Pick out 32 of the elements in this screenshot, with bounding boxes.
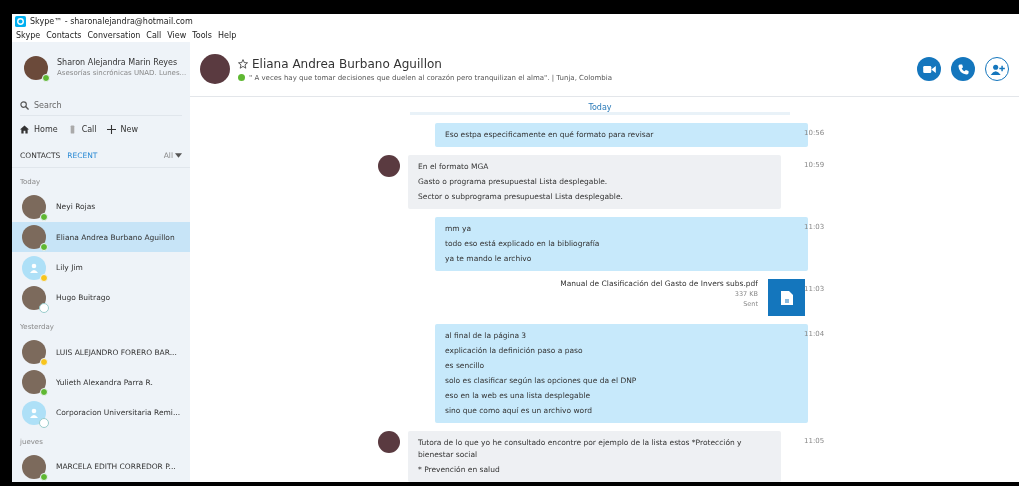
nav-button[interactable]: Home — [20, 125, 58, 135]
star-icon[interactable] — [238, 58, 248, 69]
window-title: Skype™ - sharonalejandra@hotmail.com — [30, 17, 193, 26]
menu-item[interactable]: Conversation — [87, 31, 141, 40]
person-icon — [29, 407, 39, 418]
document-icon — [780, 290, 793, 305]
person-icon — [29, 262, 39, 273]
add-contact-button[interactable] — [985, 57, 1009, 81]
menu-item[interactable]: Tools — [192, 31, 212, 40]
caret-icon — [175, 152, 182, 158]
menu-item[interactable]: Help — [218, 31, 237, 40]
avatar-placeholder — [200, 54, 230, 84]
house-icon — [20, 125, 29, 135]
video-call-button[interactable] — [917, 57, 941, 81]
menu-item[interactable]: Contacts — [46, 31, 82, 40]
nav-button[interactable]: Call — [67, 125, 97, 135]
day-separator: Today — [588, 103, 612, 112]
search-field[interactable]: Search — [34, 100, 134, 110]
nav-button[interactable]: New — [106, 125, 138, 135]
plus-icon — [106, 125, 116, 135]
contact-name: Eliana Andrea Burbano Aguillon — [252, 56, 442, 71]
menu-item[interactable]: Call — [146, 31, 162, 40]
profile-name: Sharon Alejandra Marin Reyes — [57, 58, 179, 68]
video-camera-icon — [922, 64, 936, 74]
menu-item[interactable]: Skype — [16, 31, 41, 40]
file-tile[interactable] — [768, 279, 805, 316]
avatar-placeholder — [378, 155, 400, 177]
avatar-placeholder — [378, 431, 400, 453]
add-person-icon — [989, 63, 1005, 75]
menu-item[interactable]: View — [167, 31, 187, 40]
call-button[interactable] — [951, 57, 975, 81]
search-icon — [20, 100, 29, 110]
